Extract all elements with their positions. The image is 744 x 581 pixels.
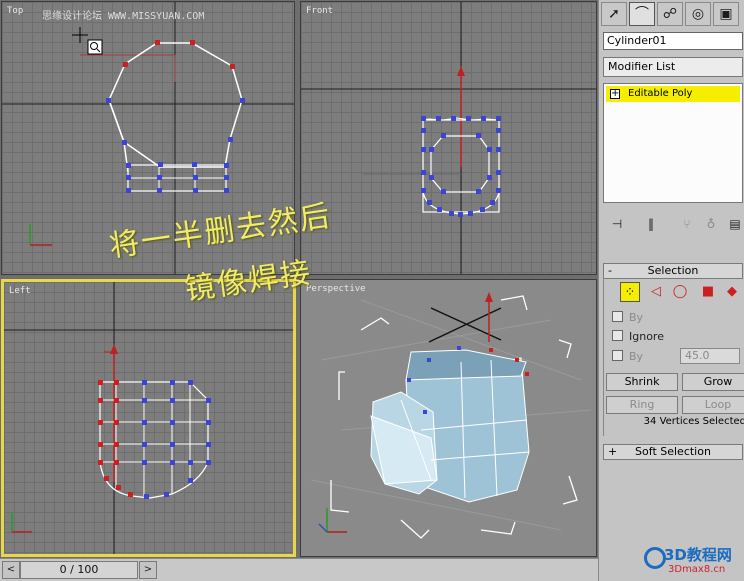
logo-sub-text: 3Dmax8.cn <box>668 564 726 575</box>
by-angle-row[interactable]: By <box>612 349 643 365</box>
soft-selection-rollout-header[interactable]: + Soft Selection <box>603 444 743 460</box>
configure-sets-icon[interactable]: ▤ <box>727 216 743 232</box>
motion-icon: ◎ <box>691 6 705 22</box>
by-vertex-label: By <box>629 311 644 324</box>
ring-button[interactable]: Ring <box>606 396 678 414</box>
by-angle-checkbox[interactable] <box>612 350 623 361</box>
modifier-stack[interactable]: + Editable Poly <box>603 83 743 203</box>
selection-rollout-title: Selection <box>647 264 699 277</box>
left-viewport-scene <box>4 282 293 554</box>
logo-ring-icon <box>644 547 666 569</box>
ignore-backfacing-checkbox[interactable] <box>612 330 623 341</box>
stack-toolbar: ⊣ ‖ ⑂ ♁ ▤ <box>603 212 743 236</box>
viewport-area: Top 思缘设计论坛 WWW.MISSYUAN.COM Front Left P… <box>0 0 598 558</box>
border-mode-icon[interactable]: ◯ <box>670 282 690 302</box>
by-angle-label: By <box>629 350 644 363</box>
object-name-field[interactable]: Cylinder01 <box>603 32 743 50</box>
stack-item-label: Editable Poly <box>628 88 693 99</box>
bend-icon: ⌒ <box>635 6 649 22</box>
selection-rollout: ⁘ ◁ ◯ ■ ◆ By Ignore By 45.0 Shrink Grow … <box>603 278 744 436</box>
vertex-mode-icon[interactable]: ⁘ <box>620 282 640 302</box>
logo-main-text: 3D教程网 <box>664 546 732 564</box>
by-vertex-checkbox[interactable] <box>612 311 623 322</box>
motion-tab[interactable]: ◎ <box>685 2 711 26</box>
soft-selection-title: Soft Selection <box>635 445 711 458</box>
zoom-cursor-icon <box>72 27 103 55</box>
time-slider[interactable]: < 0 / 100 > <box>0 558 598 581</box>
angle-spinner[interactable]: 45.0 <box>680 348 740 364</box>
edge-mode-icon[interactable]: ◁ <box>646 282 666 302</box>
create-tab[interactable]: ➚ <box>601 2 627 26</box>
shrink-button[interactable]: Shrink <box>606 373 678 391</box>
cursor-icon: ➚ <box>608 6 620 22</box>
prev-frame-button[interactable]: < <box>2 561 20 579</box>
viewport-left[interactable]: Left <box>1 279 296 557</box>
viewport-label-front[interactable]: Front <box>306 6 333 16</box>
grow-button[interactable]: Grow <box>682 373 744 391</box>
perspective-viewport-scene <box>310 292 592 539</box>
show-end-result-icon[interactable]: ‖ <box>643 216 659 232</box>
display-icon: ▣ <box>719 6 733 22</box>
make-unique-icon[interactable]: ⑂ <box>679 216 695 232</box>
by-vertex-row[interactable]: By <box>612 310 643 326</box>
command-panel-tabs: ➚ ⌒ ☍ ◎ ▣ <box>599 0 744 28</box>
ignore-label: Ignore <box>629 330 664 343</box>
hierarchy-tab[interactable]: ☍ <box>657 2 683 26</box>
next-frame-button[interactable]: > <box>139 561 157 579</box>
loop-button[interactable]: Loop <box>682 396 744 414</box>
viewport-front[interactable]: Front <box>300 1 597 275</box>
front-viewport-scene <box>301 2 596 274</box>
viewport-perspective[interactable]: Perspective <box>300 279 597 557</box>
element-mode-icon[interactable]: ◆ <box>722 282 742 302</box>
remove-modifier-icon[interactable]: ♁ <box>703 216 719 232</box>
display-tab[interactable]: ▣ <box>713 2 739 26</box>
modifier-list-dropdown[interactable]: Modifier List <box>603 57 743 77</box>
frame-display[interactable]: 0 / 100 <box>20 561 138 579</box>
watermark: 思缘设计论坛 WWW.MISSYUAN.COM <box>42 11 205 22</box>
expand-rollout-icon: + <box>608 445 618 458</box>
modify-tab[interactable]: ⌒ <box>629 2 655 26</box>
selection-rollout-header[interactable]: - Selection <box>603 263 743 279</box>
expand-icon[interactable]: + <box>610 89 620 99</box>
hierarchy-icon: ☍ <box>662 6 678 22</box>
ignore-backfacing-row[interactable]: Ignore <box>612 329 664 345</box>
stack-item-editable-poly[interactable]: + Editable Poly <box>606 86 740 102</box>
viewport-label-top[interactable]: Top <box>7 6 23 16</box>
collapse-icon: - <box>608 264 612 277</box>
site-logo: 3D教程网 3Dmax8.cn <box>640 544 744 581</box>
polygon-mode-icon[interactable]: ■ <box>698 282 718 302</box>
viewport-label-perspective[interactable]: Perspective <box>306 284 366 294</box>
viewport-label-left[interactable]: Left <box>9 286 31 296</box>
selection-status: 34 Vertices Selected <box>643 416 744 427</box>
pin-stack-icon[interactable]: ⊣ <box>609 216 625 232</box>
command-panel: ➚ ⌒ ☍ ◎ ▣ Cylinder01 Modifier List + Edi… <box>598 0 744 581</box>
